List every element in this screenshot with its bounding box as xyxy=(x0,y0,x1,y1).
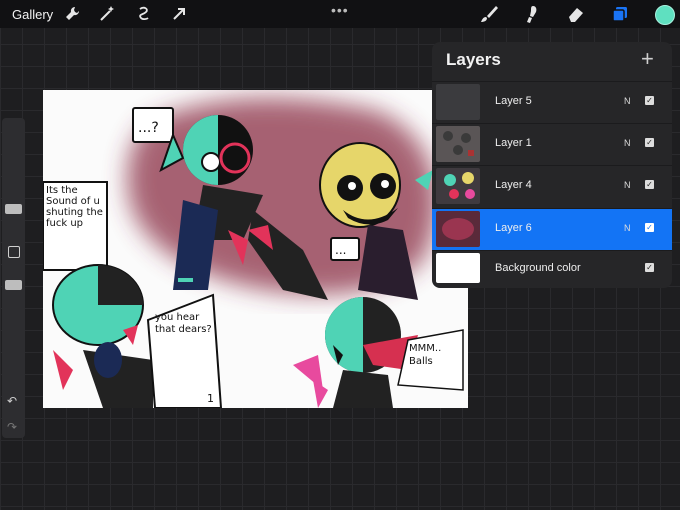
blend-mode-button[interactable]: N xyxy=(624,223,631,233)
layer-thumbnail xyxy=(436,84,480,120)
top-toolbar: Gallery ••• xyxy=(0,0,680,28)
layer-name: Background color xyxy=(495,262,581,274)
smudge-icon[interactable] xyxy=(522,4,542,24)
modify-button[interactable] xyxy=(8,246,20,258)
bubble-mid-text: ... xyxy=(335,243,346,257)
visibility-checkbox[interactable]: ✓ xyxy=(645,263,654,272)
layer-thumbnail xyxy=(436,211,480,247)
layer-thumbnail xyxy=(436,253,480,283)
drawing-canvas[interactable]: ...? ... Its the Sound of u shuting the … xyxy=(43,90,468,408)
visibility-checkbox[interactable]: ✓ xyxy=(645,180,654,189)
redo-icon[interactable]: ↷ xyxy=(7,420,17,434)
caption-number: 1 xyxy=(207,392,214,405)
bubble-top-text: ...? xyxy=(138,120,159,136)
brush-size-slider[interactable] xyxy=(5,204,22,214)
artwork: ...? ... Its the Sound of u shuting the … xyxy=(43,98,464,408)
add-layer-button[interactable]: + xyxy=(641,46,654,72)
left-sidebar: ↶ ↷ xyxy=(2,118,25,438)
layer-row[interactable]: Layer 4 N ✓ xyxy=(432,165,672,207)
blend-mode-button[interactable]: N xyxy=(624,96,631,106)
undo-icon[interactable]: ↶ xyxy=(7,394,17,408)
layer-name: Layer 5 xyxy=(495,95,532,107)
blend-mode-button[interactable]: N xyxy=(624,138,631,148)
caption-bottom-text: you hear that dears? xyxy=(155,312,212,335)
layer-row[interactable]: Layer 1 N ✓ xyxy=(432,123,672,165)
visibility-checkbox[interactable]: ✓ xyxy=(645,223,654,232)
layers-title: Layers xyxy=(446,50,501,69)
layer-name: Layer 1 xyxy=(495,137,532,149)
layer-thumbnail xyxy=(436,126,480,162)
transform-arrow-icon[interactable] xyxy=(169,4,189,24)
layer-name: Layer 4 xyxy=(495,179,532,191)
caption-right-text: MMM.. Balls xyxy=(409,343,442,367)
caption-left-text: Its the Sound of u shuting the fuck up xyxy=(46,185,103,229)
layer-name: Layer 6 xyxy=(495,222,532,234)
magic-wand-icon[interactable] xyxy=(97,4,117,24)
layers-icon[interactable] xyxy=(610,4,630,24)
eraser-icon[interactable] xyxy=(566,4,586,24)
gallery-button[interactable]: Gallery xyxy=(12,7,53,22)
visibility-checkbox[interactable]: ✓ xyxy=(645,96,654,105)
opacity-slider[interactable] xyxy=(5,280,22,290)
color-swatch[interactable] xyxy=(655,5,675,25)
layer-row-active[interactable]: Layer 6 N ✓ xyxy=(432,208,672,250)
layer-thumbnail xyxy=(436,168,480,204)
layers-panel: Layers + Layer 5 N ✓ Layer 1 N ✓ Layer 4… xyxy=(432,42,672,288)
brush-icon[interactable] xyxy=(479,4,499,24)
more-menu-button[interactable]: ••• xyxy=(331,2,349,18)
layer-row[interactable]: Layer 5 N ✓ xyxy=(432,81,672,123)
wrench-icon[interactable] xyxy=(62,4,82,24)
visibility-checkbox[interactable]: ✓ xyxy=(645,138,654,147)
blend-mode-button[interactable]: N xyxy=(624,180,631,190)
selection-icon[interactable] xyxy=(134,4,154,24)
layer-row-background[interactable]: Background color ✓ xyxy=(432,250,672,287)
